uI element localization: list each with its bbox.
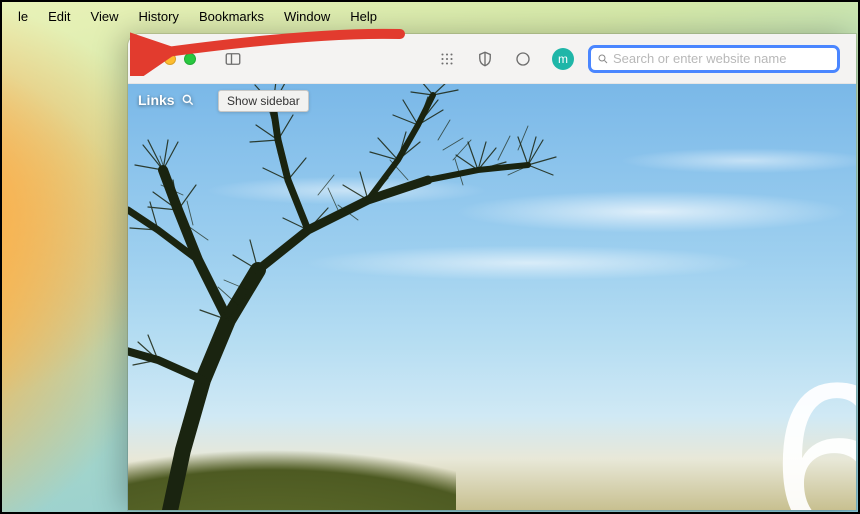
sidebar-button[interactable] bbox=[218, 45, 248, 73]
favorites-bar[interactable]: Links bbox=[138, 92, 195, 108]
start-page-grid-button[interactable] bbox=[432, 45, 462, 73]
browser-content: Links 6 bbox=[128, 84, 856, 510]
close-button[interactable] bbox=[144, 53, 156, 65]
favorites-label: Links bbox=[138, 92, 175, 108]
address-bar[interactable] bbox=[588, 45, 840, 73]
sidebar-icon bbox=[224, 50, 242, 68]
reload-button[interactable] bbox=[508, 45, 538, 73]
browser-toolbar: m bbox=[128, 34, 856, 84]
window-controls bbox=[144, 53, 196, 65]
sidebar-tooltip: Show sidebar bbox=[218, 90, 309, 112]
minimize-button[interactable] bbox=[164, 53, 176, 65]
background-tree bbox=[128, 84, 588, 510]
profile-avatar[interactable]: m bbox=[552, 48, 574, 70]
menu-help[interactable]: Help bbox=[340, 7, 387, 26]
privacy-report-button[interactable] bbox=[470, 45, 500, 73]
privacy-icon bbox=[476, 50, 494, 68]
address-input[interactable] bbox=[613, 51, 831, 66]
menu-edit[interactable]: Edit bbox=[38, 7, 80, 26]
menu-view[interactable]: View bbox=[81, 7, 129, 26]
search-icon bbox=[597, 53, 609, 65]
avatar-letter: m bbox=[558, 52, 568, 66]
menu-bookmarks[interactable]: Bookmarks bbox=[189, 7, 274, 26]
browser-window: m Show sidebar bbox=[128, 34, 856, 510]
maximize-button[interactable] bbox=[184, 53, 196, 65]
refresh-icon bbox=[514, 50, 532, 68]
menu-file-partial[interactable]: le bbox=[8, 7, 38, 26]
menu-history[interactable]: History bbox=[128, 7, 188, 26]
weather-widget-temp: 6 bbox=[772, 350, 856, 510]
system-menubar: le Edit View History Bookmarks Window He… bbox=[4, 4, 856, 28]
search-icon bbox=[181, 93, 195, 107]
grid-icon bbox=[438, 50, 456, 68]
menu-window[interactable]: Window bbox=[274, 7, 340, 26]
